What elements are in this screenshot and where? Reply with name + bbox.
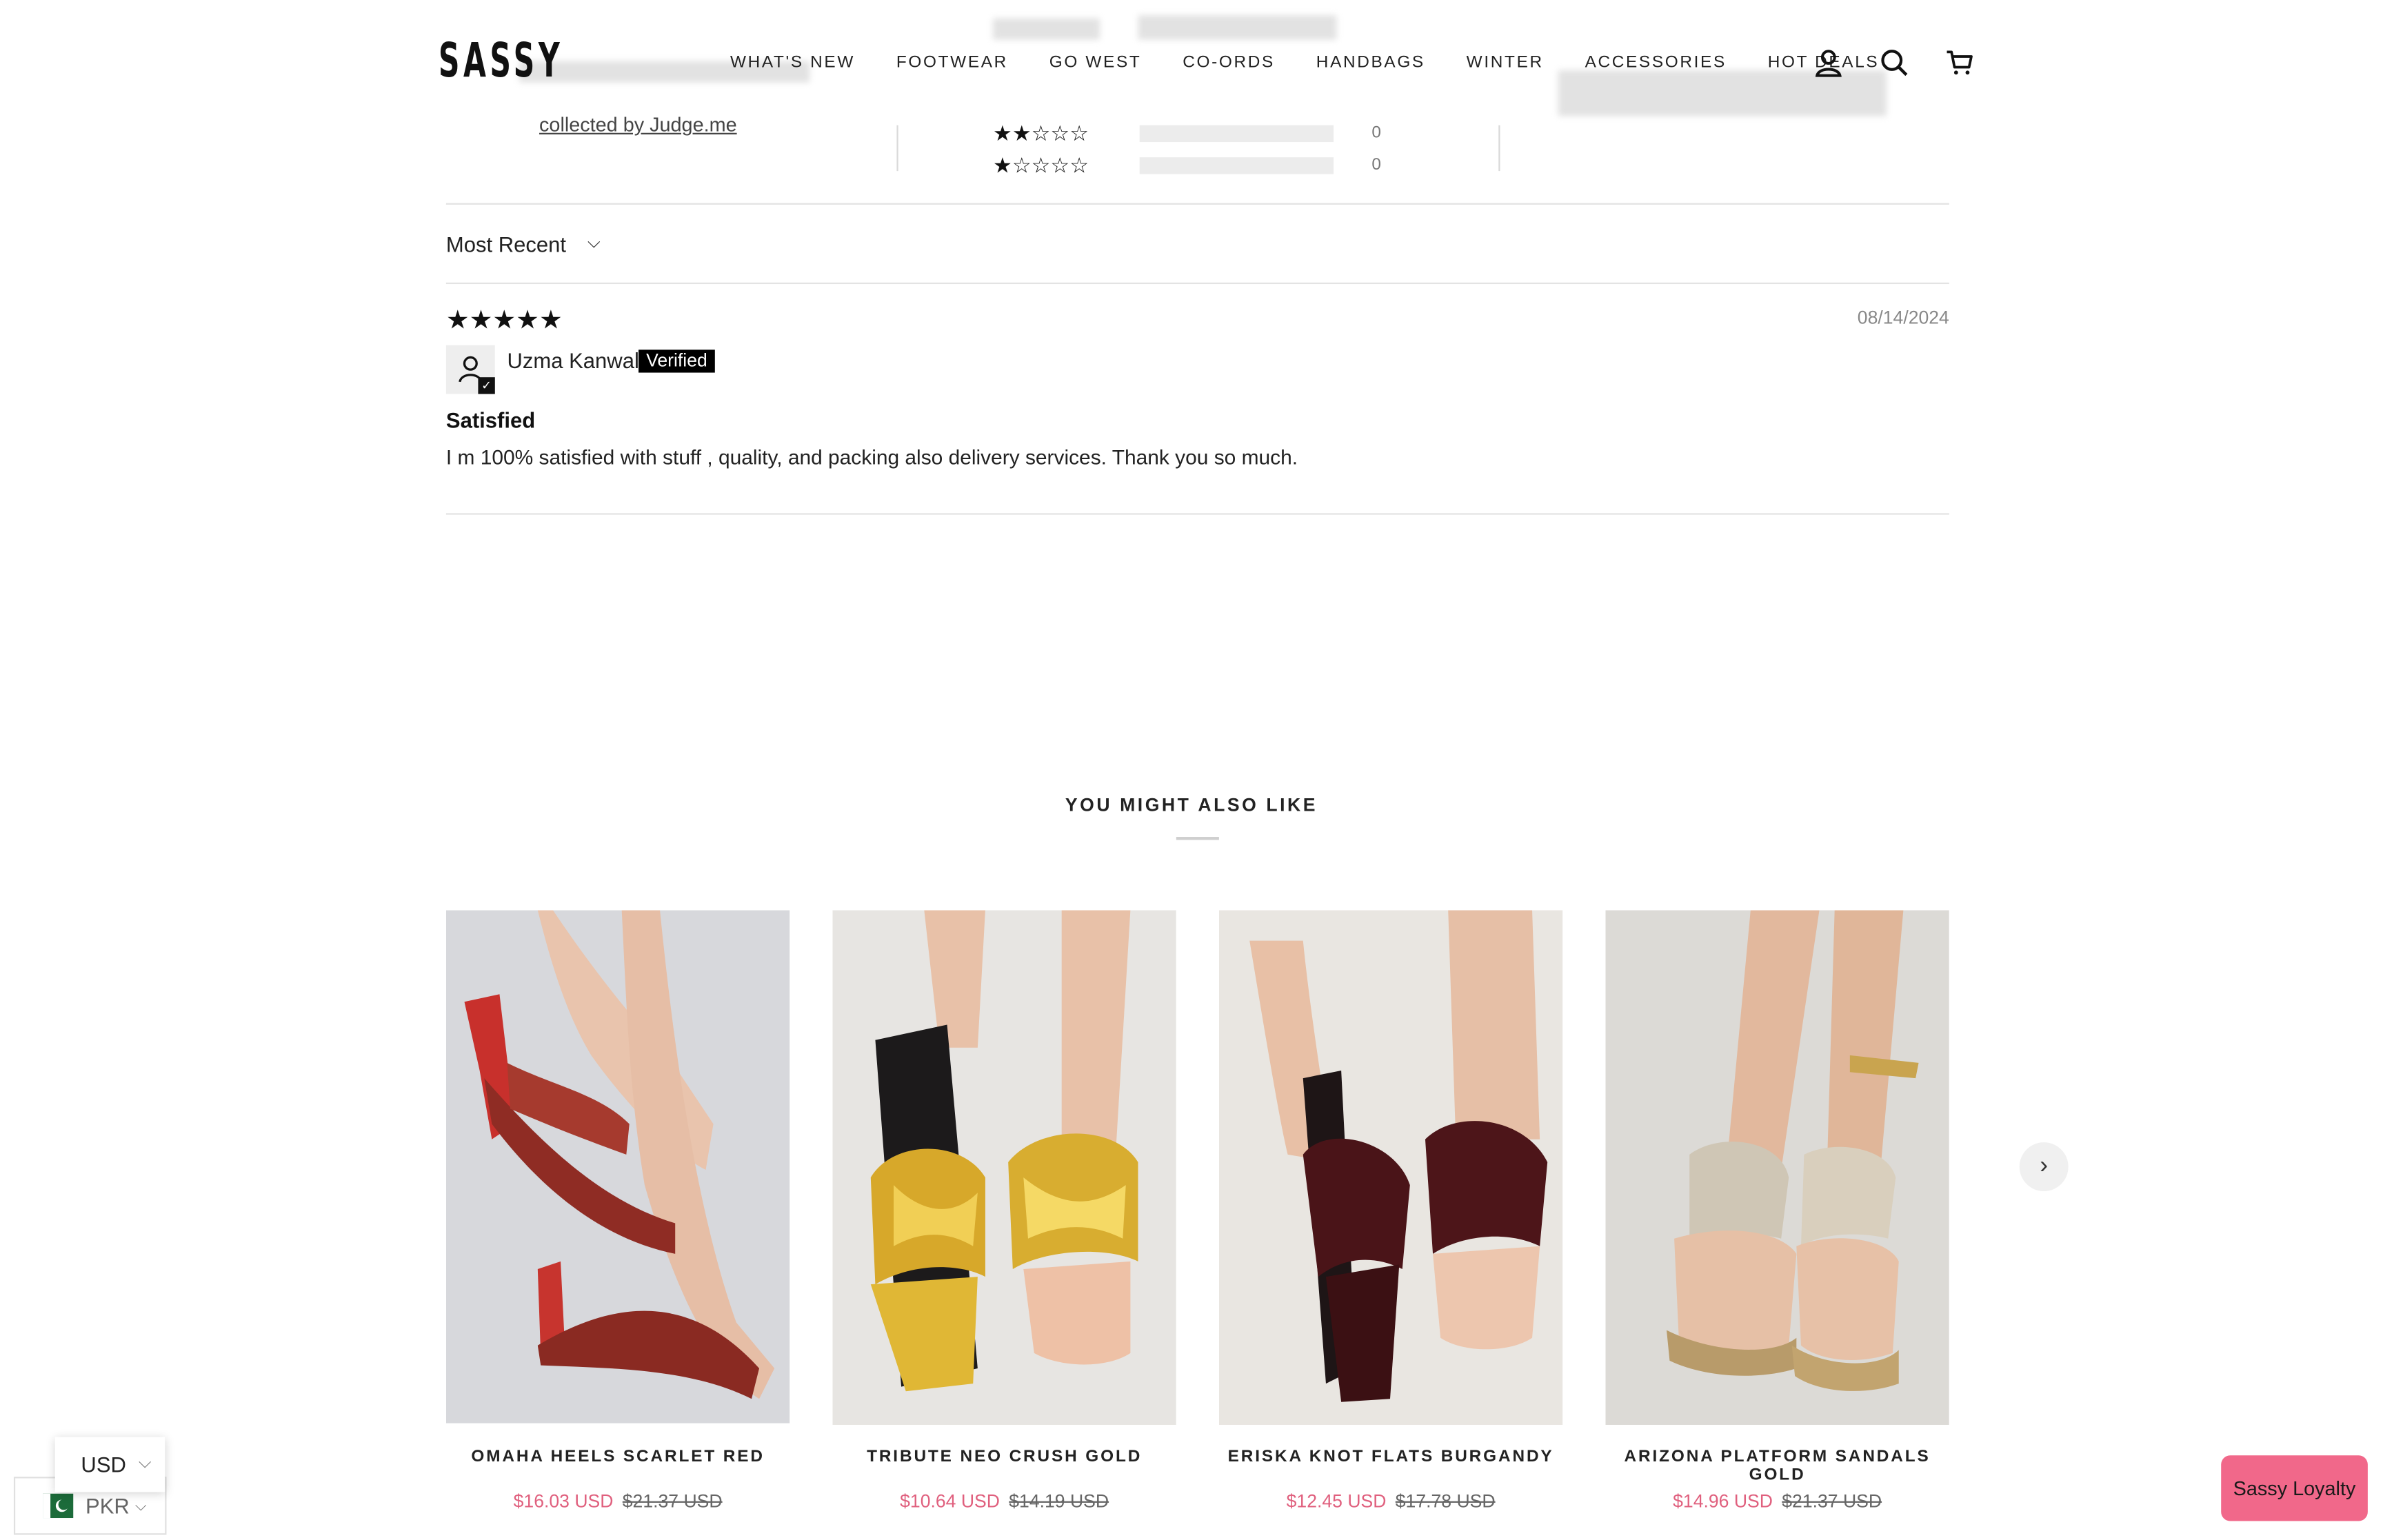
product-price: $16.03 USD $21.37 USD	[446, 1490, 790, 1512]
site-header: SASSY WHAT'S NEW FOOTWEAR GO WEST CO-ORD…	[0, 0, 2383, 125]
review-body: I m 100% satisfied with stuff , quality,…	[445, 445, 1298, 469]
carousel-next-button[interactable]: ›	[2019, 1142, 2069, 1192]
nav-co-ords[interactable]: CO-ORDS	[1183, 54, 1275, 72]
pakistan-flag-icon	[43, 1493, 74, 1519]
product-price: $10.64 USD $14.19 USD	[832, 1490, 1176, 1512]
product-image[interactable]	[1218, 910, 1563, 1425]
ratings-divider-right	[1498, 125, 1500, 172]
rating-count: 0	[1371, 155, 1381, 174]
page: collected by Judge.me ★★☆☆☆ 0 ★☆☆☆☆ 0 SA…	[0, 0, 2383, 1539]
product-name[interactable]: OMAHA HEELS SCARLET RED	[446, 1448, 790, 1466]
title-underline	[1176, 837, 1219, 840]
sort-dropdown[interactable]: Most Recent ⌵	[446, 232, 601, 256]
rating-bar	[1139, 124, 1334, 141]
compare-price: $21.37 USD	[1782, 1490, 1882, 1512]
compare-price: $14.19 USD	[1009, 1490, 1109, 1512]
rating-count: 0	[1371, 123, 1381, 143]
avatar: ✓	[445, 345, 495, 394]
product-image[interactable]	[1605, 910, 1949, 1425]
rating-row-1-star[interactable]: ★☆☆☆☆ 0	[993, 152, 1381, 176]
currency-label: USD	[81, 1452, 126, 1477]
country-currency-label: PKR	[86, 1493, 130, 1519]
product-price: $12.45 USD $17.78 USD	[1219, 1490, 1562, 1512]
currency-selector[interactable]: USD ⌵	[54, 1437, 165, 1492]
nav-whats-new[interactable]: WHAT'S NEW	[730, 54, 855, 72]
nav-winter[interactable]: WINTER	[1467, 54, 1544, 72]
product-card[interactable]: TRIBUTE NEO CRUSH GOLD $10.64 USD $14.19 …	[832, 910, 1176, 1512]
divider	[445, 203, 1949, 205]
main-nav: WHAT'S NEW FOOTWEAR GO WEST CO-ORDS HAND…	[730, 54, 1920, 72]
sale-price: $14.96 USD	[1673, 1490, 1773, 1512]
compare-price: $21.37 USD	[622, 1490, 723, 1512]
product-card[interactable]: OMAHA HEELS SCARLET RED $16.03 USD $21.37…	[445, 910, 790, 1512]
nav-footwear[interactable]: FOOTWEAR	[896, 54, 1008, 72]
nav-accessories[interactable]: ACCESSORIES	[1585, 54, 1727, 72]
search-icon[interactable]	[1879, 48, 1909, 78]
sale-price: $10.64 USD	[900, 1490, 1000, 1512]
chevron-down-icon: ⌵	[587, 232, 601, 252]
rating-bar	[1139, 156, 1334, 174]
product-name[interactable]: TRIBUTE NEO CRUSH GOLD	[832, 1448, 1176, 1466]
review-stars: ★★★★★	[445, 305, 563, 335]
loyalty-button[interactable]: Sassy Loyalty	[2221, 1455, 2368, 1521]
nav-go-west[interactable]: GO WEST	[1049, 54, 1142, 72]
ratings-divider-left	[896, 125, 898, 172]
cart-icon[interactable]	[1944, 48, 1975, 78]
divider	[445, 282, 1949, 285]
chevron-right-icon: ›	[2040, 1153, 2049, 1179]
product-card[interactable]: ARIZONA PLATFORM SANDALS GOLD $14.96 USD…	[1605, 910, 1949, 1512]
review-date: 08/14/2024	[1857, 307, 1949, 329]
compare-price: $17.78 USD	[1395, 1490, 1496, 1512]
product-name[interactable]: ERISKA KNOT FLATS BURGANDY	[1219, 1448, 1562, 1466]
chevron-down-icon: ⌵	[138, 1454, 152, 1472]
product-image[interactable]	[445, 910, 790, 1424]
divider	[445, 513, 1949, 515]
rating-row-2-stars[interactable]: ★★☆☆☆ 0	[993, 120, 1381, 144]
product-image[interactable]	[832, 910, 1176, 1425]
sale-price: $16.03 USD	[513, 1490, 614, 1512]
reviewer-name: Uzma Kanwal	[507, 348, 639, 373]
sale-price: $12.45 USD	[1286, 1490, 1387, 1512]
account-icon[interactable]	[1813, 48, 1844, 78]
review-title: Satisfied	[445, 407, 536, 432]
verified-badge: Verified	[639, 349, 715, 373]
nav-handbags[interactable]: HANDBAGS	[1316, 54, 1425, 72]
product-name[interactable]: ARIZONA PLATFORM SANDALS GOLD	[1605, 1448, 1949, 1484]
product-price: $14.96 USD $21.37 USD	[1605, 1490, 1949, 1512]
chevron-down-icon: ⌵	[134, 1498, 147, 1515]
site-logo[interactable]: SASSY	[439, 34, 563, 89]
section-title: YOU MIGHT ALSO LIKE	[1065, 794, 1318, 816]
sort-label: Most Recent	[445, 232, 567, 257]
verified-check-icon: ✓	[478, 377, 495, 394]
rating-row-stars: ★☆☆☆☆	[993, 152, 1089, 176]
product-card[interactable]: ERISKA KNOT FLATS BURGANDY $12.45 USD $17…	[1218, 910, 1563, 1512]
